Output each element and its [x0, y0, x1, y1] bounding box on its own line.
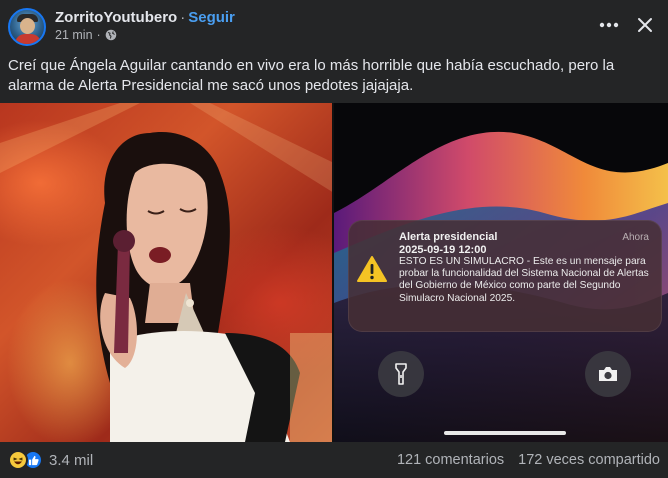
alert-date: 2025-09-19 12:00	[399, 244, 487, 256]
alert-body: ESTO ES UN SIMULACRO - Este es un mensaj…	[399, 256, 649, 304]
reactions-count: 3.4 mil	[49, 451, 94, 469]
post-timestamp[interactable]: 21 min	[55, 28, 93, 42]
flashlight-icon	[395, 363, 407, 385]
close-icon	[638, 18, 652, 32]
camera-button[interactable]	[585, 351, 631, 397]
author-avatar[interactable]	[8, 8, 46, 46]
meta-separator: ·	[96, 28, 101, 42]
post-text: Creí que Ángela Aguilar cantando en vivo…	[8, 57, 615, 94]
comments-count-link[interactable]: 121 comentarios	[397, 452, 504, 468]
flashlight-button[interactable]	[378, 351, 424, 397]
reactions-summary[interactable]: 3.4 mil	[8, 450, 93, 470]
singer-photo[interactable]	[0, 103, 334, 442]
more-horizontal-icon	[599, 22, 619, 28]
post-header: ZorritoYoutubero · Seguir 21 min ·	[0, 0, 668, 50]
phone-lockscreen[interactable]: Alerta presidencial Ahora 2025-09-19 12:…	[334, 103, 668, 442]
author-name[interactable]: ZorritoYoutubero	[55, 9, 177, 26]
close-button[interactable]	[632, 12, 658, 38]
shares-count-link[interactable]: 172 veces compartido	[518, 452, 660, 468]
home-indicator	[444, 431, 566, 435]
post-footer: 3.4 mil 121 comentarios 172 veces compar…	[0, 442, 668, 478]
engagement-stats: 121 comentarios 172 veces compartido	[397, 452, 660, 468]
post-media[interactable]: Alerta presidencial Ahora 2025-09-19 12:…	[0, 103, 668, 442]
alert-title: Alerta presidencial	[399, 231, 498, 243]
camera-icon	[599, 367, 617, 381]
warning-icon	[357, 256, 387, 282]
haha-reaction-icon	[8, 450, 28, 470]
more-options-button[interactable]	[596, 12, 622, 38]
follow-button[interactable]: Seguir	[188, 9, 235, 26]
post-meta: 21 min ·	[55, 28, 117, 42]
alert-time: Ahora	[622, 232, 649, 243]
name-separator: ·	[180, 9, 186, 26]
globe-icon[interactable]	[105, 29, 117, 41]
author-line: ZorritoYoutubero · Seguir	[55, 9, 235, 26]
alert-notification[interactable]: Alerta presidencial Ahora 2025-09-19 12:…	[348, 220, 662, 332]
facebook-post: ZorritoYoutubero · Seguir 21 min · Creí qu…	[0, 0, 668, 478]
singer-illustration	[0, 103, 334, 442]
